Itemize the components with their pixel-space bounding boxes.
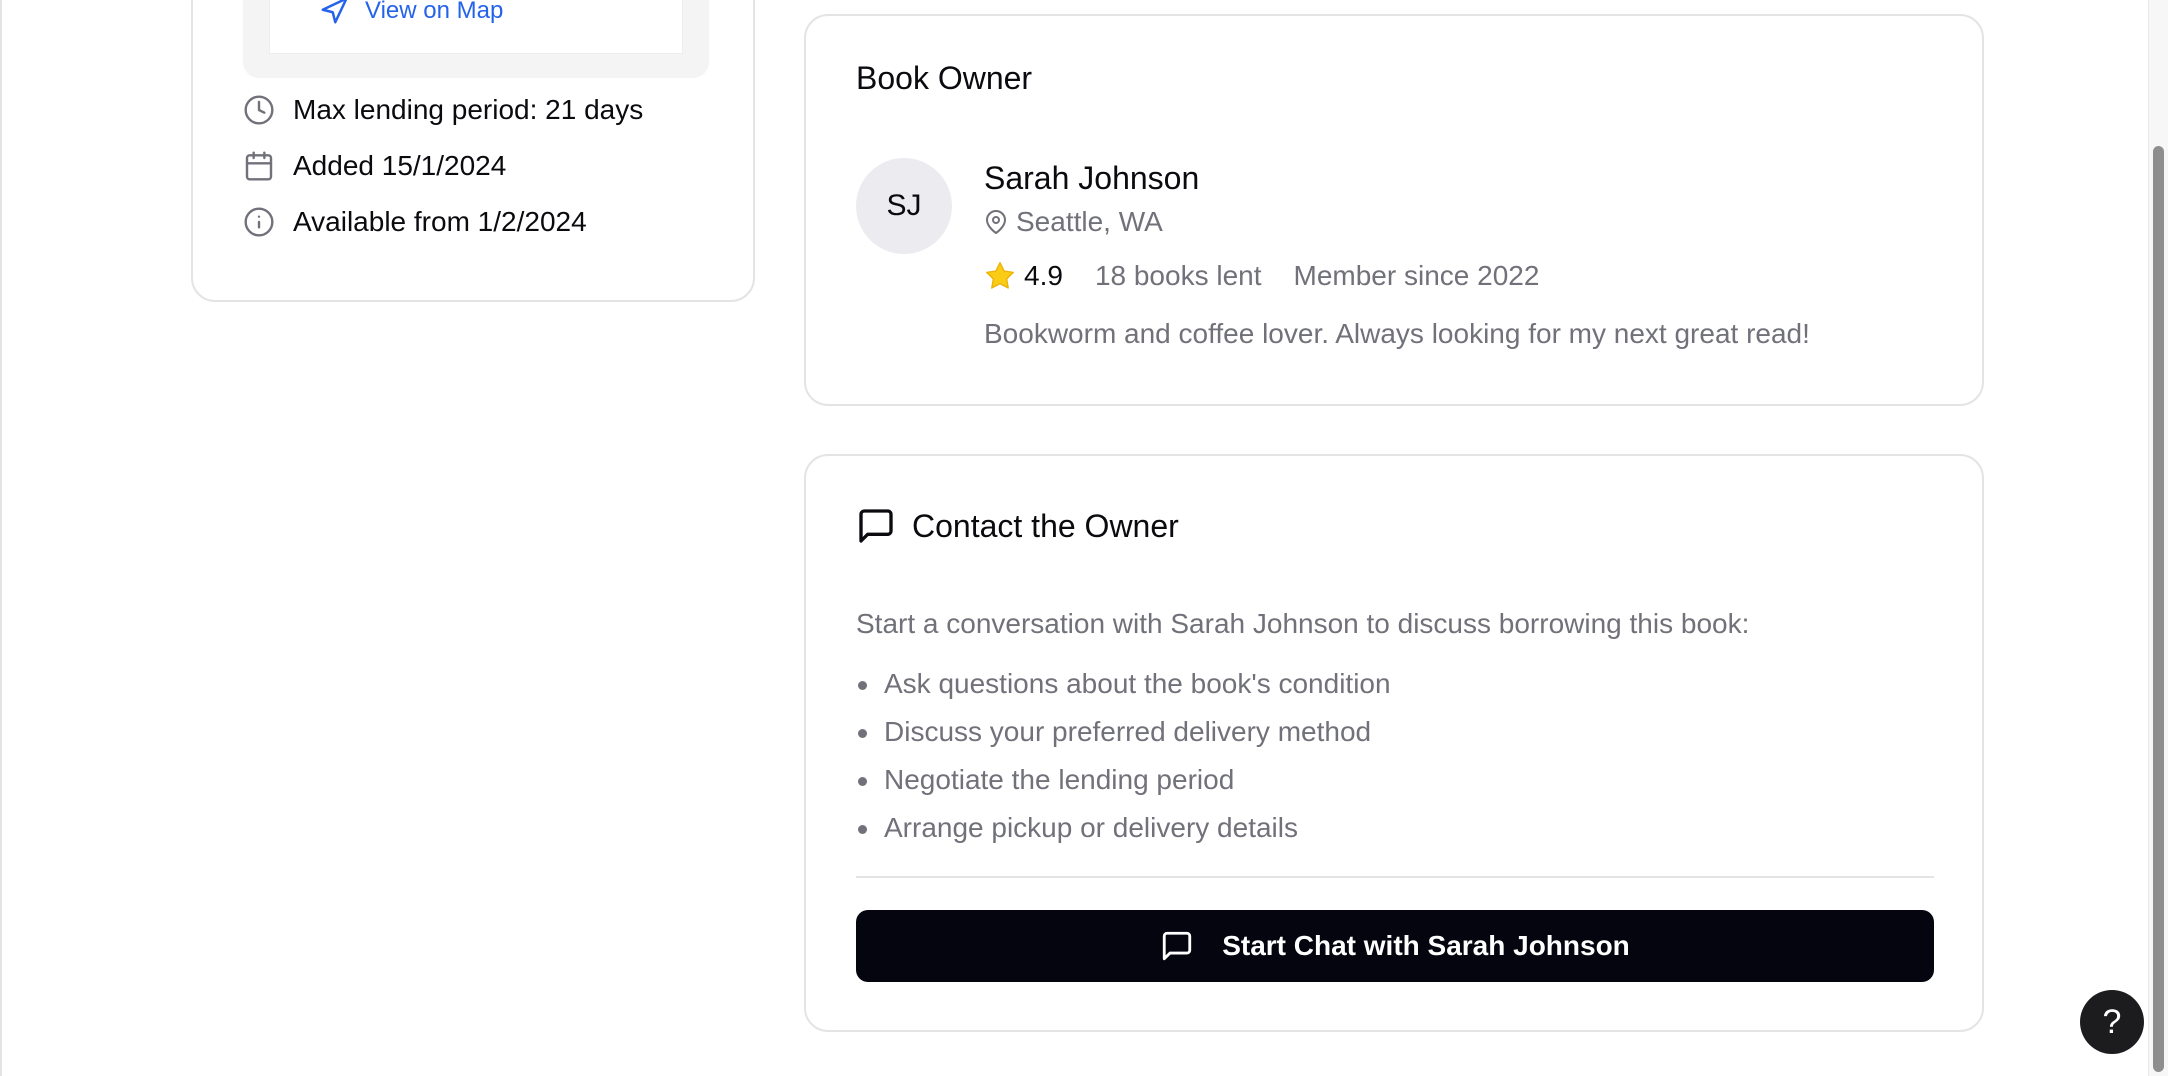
scrollbar[interactable] [2148, 0, 2168, 1076]
book-details-card: View on Map Max lending period: 21 days … [191, 0, 755, 302]
list-item: Arrange pickup or delivery details [856, 804, 1391, 852]
star-icon [986, 262, 1014, 289]
max-lending-row: Max lending period: 21 days [243, 94, 643, 126]
location-map-box: View on Map [243, 0, 709, 78]
start-chat-label: Start Chat with Sarah Johnson [1222, 930, 1630, 961]
help-button[interactable]: ? [2080, 990, 2144, 1054]
owner-bio: Bookworm and coffee lover. Always lookin… [984, 318, 1810, 349]
page: View on Map Max lending period: 21 days … [0, 0, 2148, 1076]
contact-intro: Start a conversation with Sarah Johnson … [856, 608, 1750, 639]
view-on-map-link[interactable]: View on Map [319, 0, 503, 26]
info-icon [244, 207, 274, 237]
owner-books-lent: 18 books lent [1094, 260, 1262, 291]
owner-location-text: Seattle, WA [1016, 206, 1163, 237]
owner-location: Seattle, WA [984, 206, 1163, 238]
contact-owner-card: Contact the Owner Start a conversation w… [804, 454, 1984, 1032]
list-item: Negotiate the lending period [856, 756, 1391, 804]
max-lending-text: Max lending period: 21 days [293, 94, 644, 125]
map-pin-icon [986, 210, 1006, 234]
avatar: SJ [856, 158, 952, 254]
book-owner-title: Book Owner [856, 60, 1033, 96]
available-from-text: Available from 1/2/2024 [293, 206, 587, 237]
contact-topics-list: Ask questions about the book's condition… [856, 660, 1391, 852]
list-item: Discuss your preferred delivery method [856, 708, 1391, 756]
owner-name: Sarah Johnson [984, 160, 1200, 196]
start-chat-button[interactable]: Start Chat with Sarah Johnson [856, 910, 1934, 982]
owner-rating-value: 4.9 [1024, 260, 1063, 291]
book-owner-card: Book Owner SJ Sarah Johnson Seattle, WA … [804, 14, 1984, 406]
navigation-icon [321, 0, 348, 24]
list-item: Ask questions about the book's condition [856, 660, 1391, 708]
contact-owner-title: Contact the Owner [912, 507, 1179, 544]
available-from-row: Available from 1/2/2024 [243, 206, 587, 238]
owner-stats: 4.9 18 books lent Member since 2022 [984, 260, 1539, 292]
owner-rating: 4.9 [984, 260, 1063, 292]
divider [856, 876, 1934, 878]
view-on-map-label: View on Map [365, 0, 504, 24]
added-date-row: Added 15/1/2024 [243, 150, 506, 182]
calendar-icon [245, 151, 273, 181]
owner-member-since: Member since 2022 [1293, 260, 1540, 291]
clock-icon [244, 95, 274, 125]
contact-owner-header: Contact the Owner [856, 506, 1179, 546]
message-square-icon [859, 509, 893, 543]
added-date-text: Added 15/1/2024 [293, 150, 507, 181]
message-square-icon [1163, 931, 1192, 961]
scrollbar-thumb[interactable] [2153, 146, 2164, 1072]
